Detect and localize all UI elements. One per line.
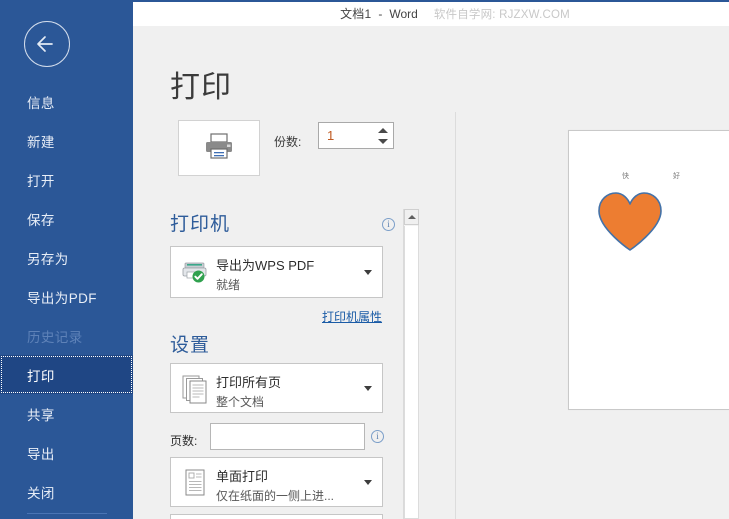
page-title: 打印 [170, 71, 232, 104]
sidebar-item-label: 共享 [27, 407, 55, 423]
sidebar-divider [27, 513, 107, 514]
sidebar-item-open[interactable]: 打开 [0, 160, 133, 199]
sidebar-item-label: 导出为PDF [27, 290, 97, 306]
sidebar-item-label: 关闭 [27, 485, 55, 501]
preview-divider [455, 112, 456, 519]
sidebar-item-new[interactable]: 新建 [0, 121, 133, 160]
doc-character-left: 快 [622, 173, 629, 180]
app-name: Word [389, 6, 418, 21]
scroll-up-button[interactable] [404, 209, 419, 225]
sidebar-item-export-pdf[interactable]: 导出为PDF [0, 277, 133, 316]
printer-info-icon[interactable]: i [382, 218, 395, 231]
chevron-down-icon[interactable] [364, 386, 372, 391]
site-watermark: 软件自学网: RJZXW.COM [433, 8, 570, 21]
duplex-title: 单面打印 [216, 469, 269, 484]
print-range-select[interactable]: 打印所有页 整个文档 [170, 363, 383, 413]
backstage-sidebar: 信息 新建 打开 保存 另存为 导出为PDF 历史记录 打印 共享 导出 关闭 [0, 0, 133, 519]
pages-stack-icon [181, 373, 209, 405]
printer-section-heading: 打印机 [170, 214, 231, 235]
printer-select[interactable]: 导出为WPS PDF 就绪 [170, 246, 383, 298]
sidebar-item-info[interactable]: 信息 [0, 82, 133, 121]
print-range-title: 打印所有页 [216, 375, 282, 390]
sidebar-item-print[interactable]: 打印 [0, 355, 133, 394]
print-preview-pane: 快 好 [456, 26, 729, 519]
sidebar-item-label: 新建 [27, 134, 55, 150]
back-arrow-icon [37, 36, 53, 52]
sidebar-item-label: 导出 [27, 446, 55, 462]
collate-select[interactable]: 对照 [170, 514, 383, 519]
scroll-up-icon [407, 215, 416, 219]
sidebar-item-close[interactable]: 关闭 [0, 472, 133, 511]
backstage-content: 打印 份数: 1 打印机 i 导出为WPS PDF 就绪 打印机属性 设置 打印… [133, 2, 729, 519]
backstage-nav-list: 信息 新建 打开 保存 另存为 导出为PDF 历史记录 打印 共享 导出 关闭 [0, 82, 133, 511]
sidebar-item-history: 历史记录 [0, 316, 133, 355]
scrollbar-track[interactable] [404, 226, 419, 519]
sidebar-item-label: 打印 [27, 368, 55, 384]
spinner-down-icon[interactable] [377, 135, 388, 148]
sidebar-item-save-as[interactable]: 另存为 [0, 238, 133, 277]
title-separator: - [378, 6, 383, 21]
duplex-subtitle: 仅在纸面的一侧上进... [216, 489, 335, 503]
copies-label: 份数: [274, 135, 302, 149]
printer-icon [202, 131, 236, 166]
printer-status-icon [181, 256, 209, 288]
title-bar: 文档1 - Word 软件自学网: RJZXW.COM [133, 0, 729, 26]
settings-scrollbar[interactable] [403, 209, 419, 519]
word-print-backstage: 打印 份数: 1 打印机 i 导出为WPS PDF 就绪 打印机属性 设置 打印… [0, 0, 729, 519]
preview-page: 快 好 [568, 130, 729, 410]
sidebar-item-save[interactable]: 保存 [0, 199, 133, 238]
duplex-select[interactable]: 单面打印 仅在纸面的一侧上进... [170, 457, 383, 507]
sidebar-item-export[interactable]: 导出 [0, 433, 133, 472]
one-sided-page-icon [181, 467, 209, 499]
copies-value: 1 [327, 128, 335, 143]
document-name: 文档1 [340, 6, 372, 21]
sidebar-item-label: 打开 [27, 173, 55, 189]
selected-printer-name: 导出为WPS PDF [216, 258, 315, 273]
pages-label: 页数: [170, 434, 198, 448]
window-top-accent [133, 0, 729, 2]
pages-info-icon[interactable]: i [371, 430, 384, 443]
doc-character-right: 好 [673, 173, 680, 180]
heart-shape [597, 191, 663, 253]
sidebar-item-label: 信息 [27, 95, 55, 111]
sidebar-item-label: 保存 [27, 212, 55, 228]
chevron-down-icon[interactable] [364, 270, 372, 275]
sidebar-item-label: 历史记录 [27, 329, 83, 345]
print-button[interactable] [178, 120, 260, 176]
printer-status-text: 就绪 [216, 278, 241, 292]
printer-properties-link[interactable]: 打印机属性 [322, 308, 382, 325]
pages-input[interactable] [210, 423, 365, 450]
print-range-subtitle: 整个文档 [216, 395, 265, 409]
back-button[interactable] [24, 21, 70, 67]
chevron-down-icon[interactable] [364, 480, 372, 485]
sidebar-item-share[interactable]: 共享 [0, 394, 133, 433]
settings-section-heading: 设置 [170, 335, 211, 356]
copies-stepper[interactable]: 1 [318, 122, 394, 149]
sidebar-item-label: 另存为 [27, 251, 69, 267]
